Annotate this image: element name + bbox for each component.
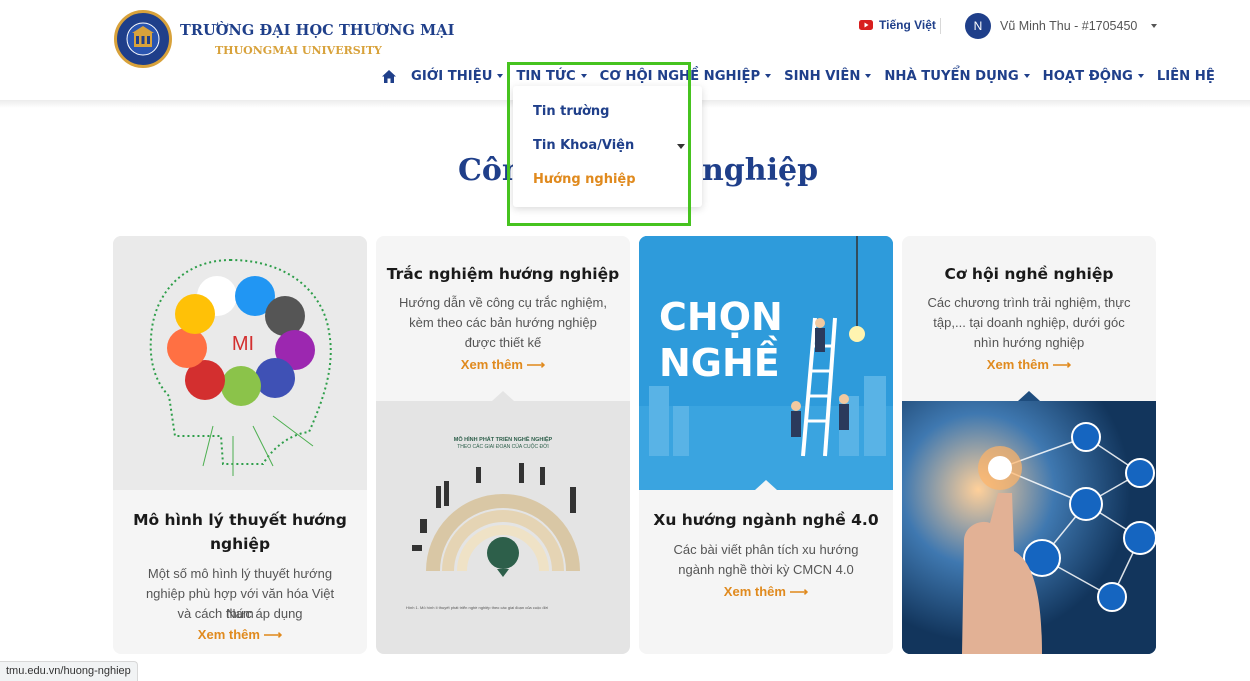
card-description: Hướng dẫn về công cụ trắc nghiệm, — [398, 295, 607, 310]
page-title-end: nghiệp — [702, 153, 819, 188]
nav-item-hoat-dong[interactable]: HOẠT ĐỘNG — [1043, 69, 1144, 84]
main-nav: GIỚI THIỆU TIN TỨC CƠ HỘI NGHỀ NGHIỆP SI… — [382, 66, 1215, 86]
card-description: tập,... tại doanh nghiệp, dưới góc — [933, 315, 1125, 330]
nav-label: TIN TỨC — [516, 68, 576, 84]
divider — [940, 18, 941, 34]
card-description: nhìn hướng nghiệp — [973, 335, 1085, 350]
card-title: Mô hình lý thuyết hướng — [133, 511, 347, 529]
nav-label: HOẠT ĐỘNG — [1042, 68, 1133, 84]
diagram-title: MÔ HÌNH PHÁT TRIỂN NGHỀ NGHIỆP — [454, 435, 553, 443]
card-title: Trắc nghiệm hướng nghiệp — [386, 265, 620, 283]
caret-down-icon — [677, 144, 685, 149]
user-menu[interactable]: N Vũ Minh Thu - #1705450 — [965, 13, 1158, 39]
card-description: kèm theo các bản hướng nghiệp — [409, 315, 597, 330]
user-name: Vũ Minh Thu - #1705450 — [1000, 19, 1138, 33]
nav-label: SINH VIÊN — [784, 68, 861, 84]
nav-label: NHÀ TUYỂN DỤNG — [884, 68, 1019, 84]
nav-label: LIÊN HỆ — [1156, 68, 1215, 84]
chevron-down-icon — [765, 74, 772, 78]
nav-item-sinh-vien[interactable]: SINH VIÊN — [784, 68, 872, 84]
chevron-down-icon — [580, 74, 587, 78]
nav-item-lien-he[interactable]: LIÊN HỆ — [1157, 69, 1215, 84]
card-co-hoi-nghe-nghiep[interactable]: Cơ hội nghề nghiệp Các chương trình trải… — [902, 236, 1156, 654]
dropdown-item-tin-khoa-vien[interactable]: Tin Khoa/Viện — [533, 138, 634, 153]
notch — [755, 480, 777, 490]
dropdown-item-tin-truong[interactable]: Tin trường — [533, 104, 609, 119]
tin-tuc-dropdown: Tin trường Tin Khoa/Viện Hướng nghiệp — [513, 86, 702, 207]
card-description: Một số mô hình lý thuyết hướng — [147, 566, 333, 581]
notch — [492, 391, 514, 401]
card-title: Xu hướng ngành nghề 4.0 — [653, 511, 879, 529]
card-trac-nghiem[interactable]: Trắc nghiệm hướng nghiệp Hướng dẫn về cô… — [376, 236, 630, 654]
card-mo-hinh-ly-thuyet[interactable]: MI Mô hình lý thuyết hướng nghiệp Một số… — [113, 236, 367, 654]
nghe-label: NGHỀ — [659, 336, 780, 385]
chevron-down-icon — [1137, 74, 1144, 78]
university-name-vi[interactable]: TRƯỜNG ĐẠI HỌC THƯƠNG MẠI — [180, 22, 455, 39]
card-description: ngành nghề thời kỳ CMCN 4.0 — [678, 562, 854, 577]
nav-item-nha-tuyen-dung[interactable]: NHÀ TUYỂN DỤNG — [884, 68, 1030, 84]
chevron-down-icon — [865, 74, 872, 78]
university-name-en[interactable]: THUONGMAI UNIVERSITY — [215, 44, 382, 57]
read-more-link[interactable]: Xem thêm ⟶ — [902, 357, 1156, 373]
card-description: và cách thức áp dụng — [177, 606, 303, 621]
home-icon[interactable] — [382, 69, 396, 83]
nav-label: CƠ HỘI NGHỀ NGHIỆP — [599, 68, 761, 84]
card-xu-huong[interactable]: CHỌN NGHỀ Xu hướng ngành nghề 4.0 Các bà… — [639, 236, 893, 654]
read-more-link[interactable]: Xem thêm ⟶ — [113, 627, 367, 643]
diagram-title: THEO CÁC GIAI ĐOẠN CỦA CUỘC ĐỜI — [457, 443, 549, 450]
read-more-link[interactable]: Xem thêm ⟶ — [639, 584, 893, 600]
read-more-link[interactable]: Xem thêm ⟶ — [376, 357, 630, 373]
chevron-down-icon — [497, 74, 504, 78]
card-image: CHỌN NGHỀ — [639, 236, 893, 490]
avatar: N — [965, 13, 991, 39]
card-description: Các chương trình trải nghiệm, thực — [927, 295, 1131, 310]
dropdown-item-huong-nghiep[interactable]: Hướng nghiệp — [533, 172, 636, 187]
chon-label: CHỌN — [659, 295, 783, 339]
language-switcher[interactable]: Tiếng Việt — [859, 18, 936, 32]
card-description: Các bài viết phân tích xu hướng — [673, 542, 859, 557]
card-image: MÔ HÌNH PHÁT TRIỂN NGHỀ NGHIỆP THEO CÁC … — [376, 391, 630, 654]
card-description: được thiết kế — [464, 335, 542, 350]
nav-label: GIỚI THIỆU — [411, 68, 493, 84]
card-title: Cơ hội nghề nghiệp — [944, 265, 1114, 283]
chevron-down-icon — [1151, 24, 1158, 28]
nav-item-co-hoi-nghe-nghiep[interactable]: CƠ HỘI NGHỀ NGHIỆP — [600, 69, 772, 84]
notch — [1018, 391, 1040, 401]
status-bar-url: tmu.edu.vn/huong-nghiep — [0, 661, 138, 681]
card-image: MI — [113, 236, 367, 490]
chevron-down-icon — [1023, 74, 1030, 78]
mi-label: MI — [232, 333, 254, 355]
university-logo[interactable] — [114, 10, 172, 68]
card-title: nghiệp — [209, 535, 271, 553]
diagram-caption: Hình 1. Mô hình lí thuyết phát triển ngh… — [406, 605, 548, 610]
language-label: Tiếng Việt — [879, 18, 936, 32]
youtube-flag-icon — [859, 20, 873, 30]
nav-item-tin-tuc[interactable]: TIN TỨC — [516, 68, 587, 84]
card-image — [902, 391, 1156, 654]
nav-item-gioi-thieu[interactable]: GIỚI THIỆU — [411, 68, 504, 84]
